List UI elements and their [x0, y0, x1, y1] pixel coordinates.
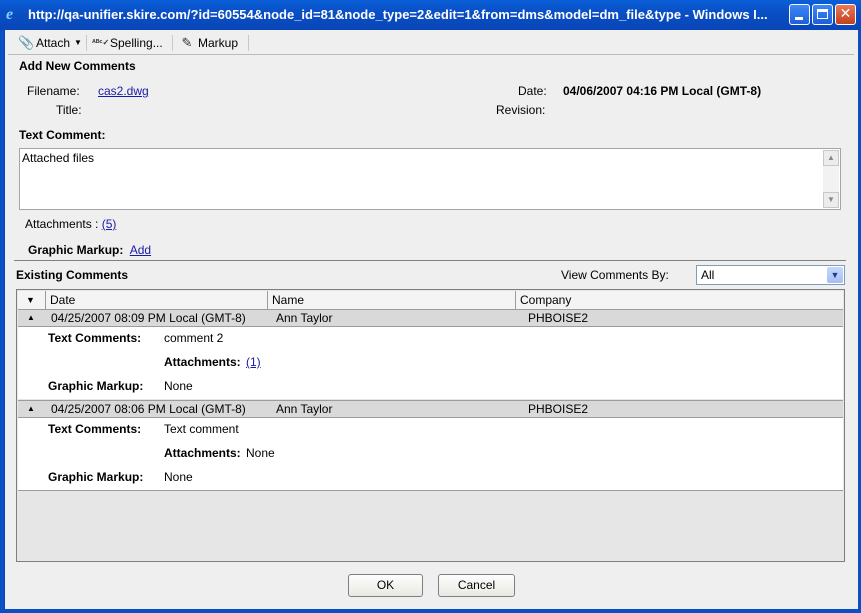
toolbar: 📎 Attach ▼ ᴬᴮᶜ✓ Spelling... ✎ Markup: [8, 32, 854, 55]
markup-button[interactable]: ✎ Markup: [176, 33, 242, 52]
text-comment-value: Attached files: [22, 151, 95, 165]
attachments-label: Attachments:: [164, 355, 241, 369]
window-frame-bottom: [0, 609, 861, 613]
revision-label: Revision:: [496, 103, 546, 117]
ie-icon: e: [6, 6, 14, 23]
chevron-down-icon: ▼: [74, 38, 82, 47]
toolbar-separator: [86, 35, 87, 51]
maximize-icon: [813, 5, 832, 24]
attach-label: Attach: [36, 35, 71, 50]
cancel-button[interactable]: Cancel: [438, 574, 515, 597]
comment-company: PHBOISE2: [528, 402, 589, 416]
scroll-down-icon[interactable]: ▼: [823, 192, 839, 208]
date-value: 04/06/2007 04:16 PM Local (GMT-8): [563, 84, 762, 98]
comment-group-row[interactable]: ▲ 04/25/2007 08:09 PM Local (GMT-8) Ann …: [18, 309, 843, 327]
window-titlebar: e http://qa-unifier.skire.com/?id=60554&…: [0, 0, 861, 30]
comment-date: 04/25/2007 08:09 PM Local (GMT-8): [51, 311, 246, 325]
comments-grid: ▼ Date Name Company ▲ 04/25/2007 08:09 P…: [16, 289, 845, 562]
column-header-name[interactable]: Name: [268, 291, 516, 309]
graphic-markup-value: None: [164, 379, 193, 393]
comment-company: PHBOISE2: [528, 311, 589, 325]
attach-button[interactable]: 📎 Attach ▼: [14, 33, 86, 52]
close-icon: ✕: [839, 6, 852, 22]
window-title: http://qa-unifier.skire.com/?id=60554&no…: [28, 7, 768, 22]
sort-toggle-icon[interactable]: ▼: [18, 291, 46, 309]
comment-author: Ann Taylor: [276, 311, 333, 325]
column-header-company[interactable]: Company: [516, 291, 843, 309]
attachments-label: Attachments:: [164, 446, 241, 460]
filename-label: Filename:: [27, 84, 80, 98]
existing-comments-heading: Existing Comments: [16, 268, 129, 282]
graphic-markup-row: Graphic Markup: Add: [28, 243, 151, 257]
graphic-markup-label: Graphic Markup:: [48, 470, 144, 484]
markup-label: Markup: [198, 35, 239, 50]
maximize-button[interactable]: [812, 4, 833, 25]
text-comment-input[interactable]: Attached files ▲ ▼: [19, 148, 841, 210]
text-comments-label: Text Comments:: [48, 422, 142, 436]
textarea-scrollbar[interactable]: ▲ ▼: [823, 150, 839, 208]
column-header-date[interactable]: Date: [46, 291, 268, 309]
spelling-label: Spelling...: [110, 35, 163, 50]
spellcheck-icon: ᴬᴮᶜ✓: [92, 37, 110, 47]
section-divider: [14, 260, 846, 261]
toolbar-separator: [172, 35, 173, 51]
markup-pencil-icon: ✎: [181, 34, 193, 50]
grid-header: ▼ Date Name Company: [18, 291, 843, 310]
graphic-markup-label: Graphic Markup:: [28, 243, 124, 257]
minimize-button[interactable]: [789, 4, 810, 25]
comment-group-row[interactable]: ▲ 04/25/2007 08:06 PM Local (GMT-8) Ann …: [18, 400, 843, 418]
date-label: Date:: [518, 84, 547, 98]
view-comments-by-value: All: [701, 268, 715, 282]
filename-link[interactable]: cas2.dwg: [98, 84, 149, 98]
add-comments-heading: Add New Comments: [19, 59, 136, 73]
close-button[interactable]: ✕: [835, 4, 856, 25]
attachments-count-link[interactable]: (5): [102, 217, 117, 231]
spelling-button[interactable]: ᴬᴮᶜ✓ Spelling...: [88, 33, 167, 52]
graphic-markup-value: None: [164, 470, 193, 484]
attachments-value: None: [246, 446, 275, 460]
text-comments-value: Text comment: [164, 422, 239, 436]
title-label: Title:: [56, 103, 82, 117]
paperclip-icon: 📎: [18, 34, 35, 50]
attachments-row: Attachments : (5): [25, 217, 116, 231]
comment-date: 04/25/2007 08:06 PM Local (GMT-8): [51, 402, 246, 416]
graphic-markup-add-link[interactable]: Add: [130, 243, 151, 257]
toolbar-separator: [248, 35, 249, 51]
minimize-icon: [790, 5, 809, 24]
comment-detail: Text Comments: comment 2 Attachments: (1…: [18, 327, 843, 399]
attachments-link[interactable]: (1): [246, 355, 261, 369]
scroll-up-icon[interactable]: ▲: [823, 150, 839, 166]
text-comments-value: comment 2: [164, 331, 224, 345]
text-comment-label: Text Comment:: [19, 128, 106, 142]
attachments-label: Attachments :: [25, 217, 102, 231]
graphic-markup-label: Graphic Markup:: [48, 379, 144, 393]
text-comments-label: Text Comments:: [48, 331, 142, 345]
view-comments-by-select[interactable]: All ▼: [696, 265, 845, 285]
view-comments-by-label: View Comments By:: [561, 268, 669, 282]
collapse-icon[interactable]: ▲: [27, 310, 35, 326]
collapse-icon[interactable]: ▲: [27, 401, 35, 417]
ok-button[interactable]: OK: [348, 574, 423, 597]
comment-detail: Text Comments: Text comment Attachments:…: [18, 418, 843, 491]
comment-author: Ann Taylor: [276, 402, 333, 416]
chevron-down-icon[interactable]: ▼: [827, 267, 843, 283]
